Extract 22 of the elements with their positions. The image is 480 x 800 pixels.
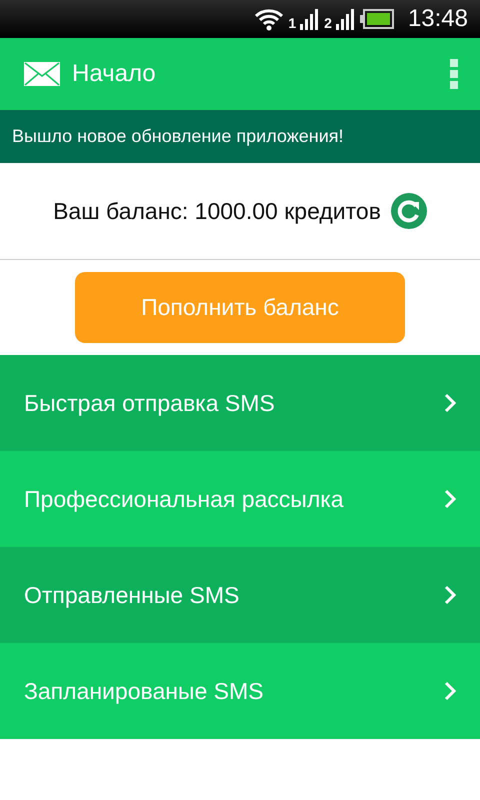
sim-label: 2: [324, 16, 332, 30]
battery-icon: [360, 9, 394, 29]
signal-icon: [336, 8, 356, 30]
chevron-icon: [444, 681, 456, 701]
clock-time: 13:48: [408, 5, 468, 33]
menu-item[interactable]: Запланированые SMS: [0, 643, 480, 739]
wifi-icon: [254, 7, 284, 31]
screen-title: Начало: [72, 60, 157, 88]
update-notice: Вышло новое обновление приложения!: [12, 126, 344, 147]
refresh-icon[interactable]: [390, 193, 427, 229]
chevron-icon: [444, 489, 456, 509]
top-up-button[interactable]: Пополнить баланс: [75, 272, 405, 343]
chevron-icon: [444, 393, 456, 413]
sim-label: 1: [288, 16, 296, 30]
menu-item[interactable]: Отправленные SMS: [0, 547, 480, 643]
overflow-menu-icon[interactable]: [450, 59, 458, 89]
chevron-icon: [444, 585, 456, 605]
balance-text: Ваш баланс: 1000.00 кредитов: [53, 198, 381, 224]
envelope-icon: [24, 62, 60, 86]
signal-icon: [300, 8, 320, 30]
menu-item[interactable]: Быстрая отправка SMS: [0, 355, 480, 451]
menu-item[interactable]: Профессиональная рассылка: [0, 451, 480, 547]
